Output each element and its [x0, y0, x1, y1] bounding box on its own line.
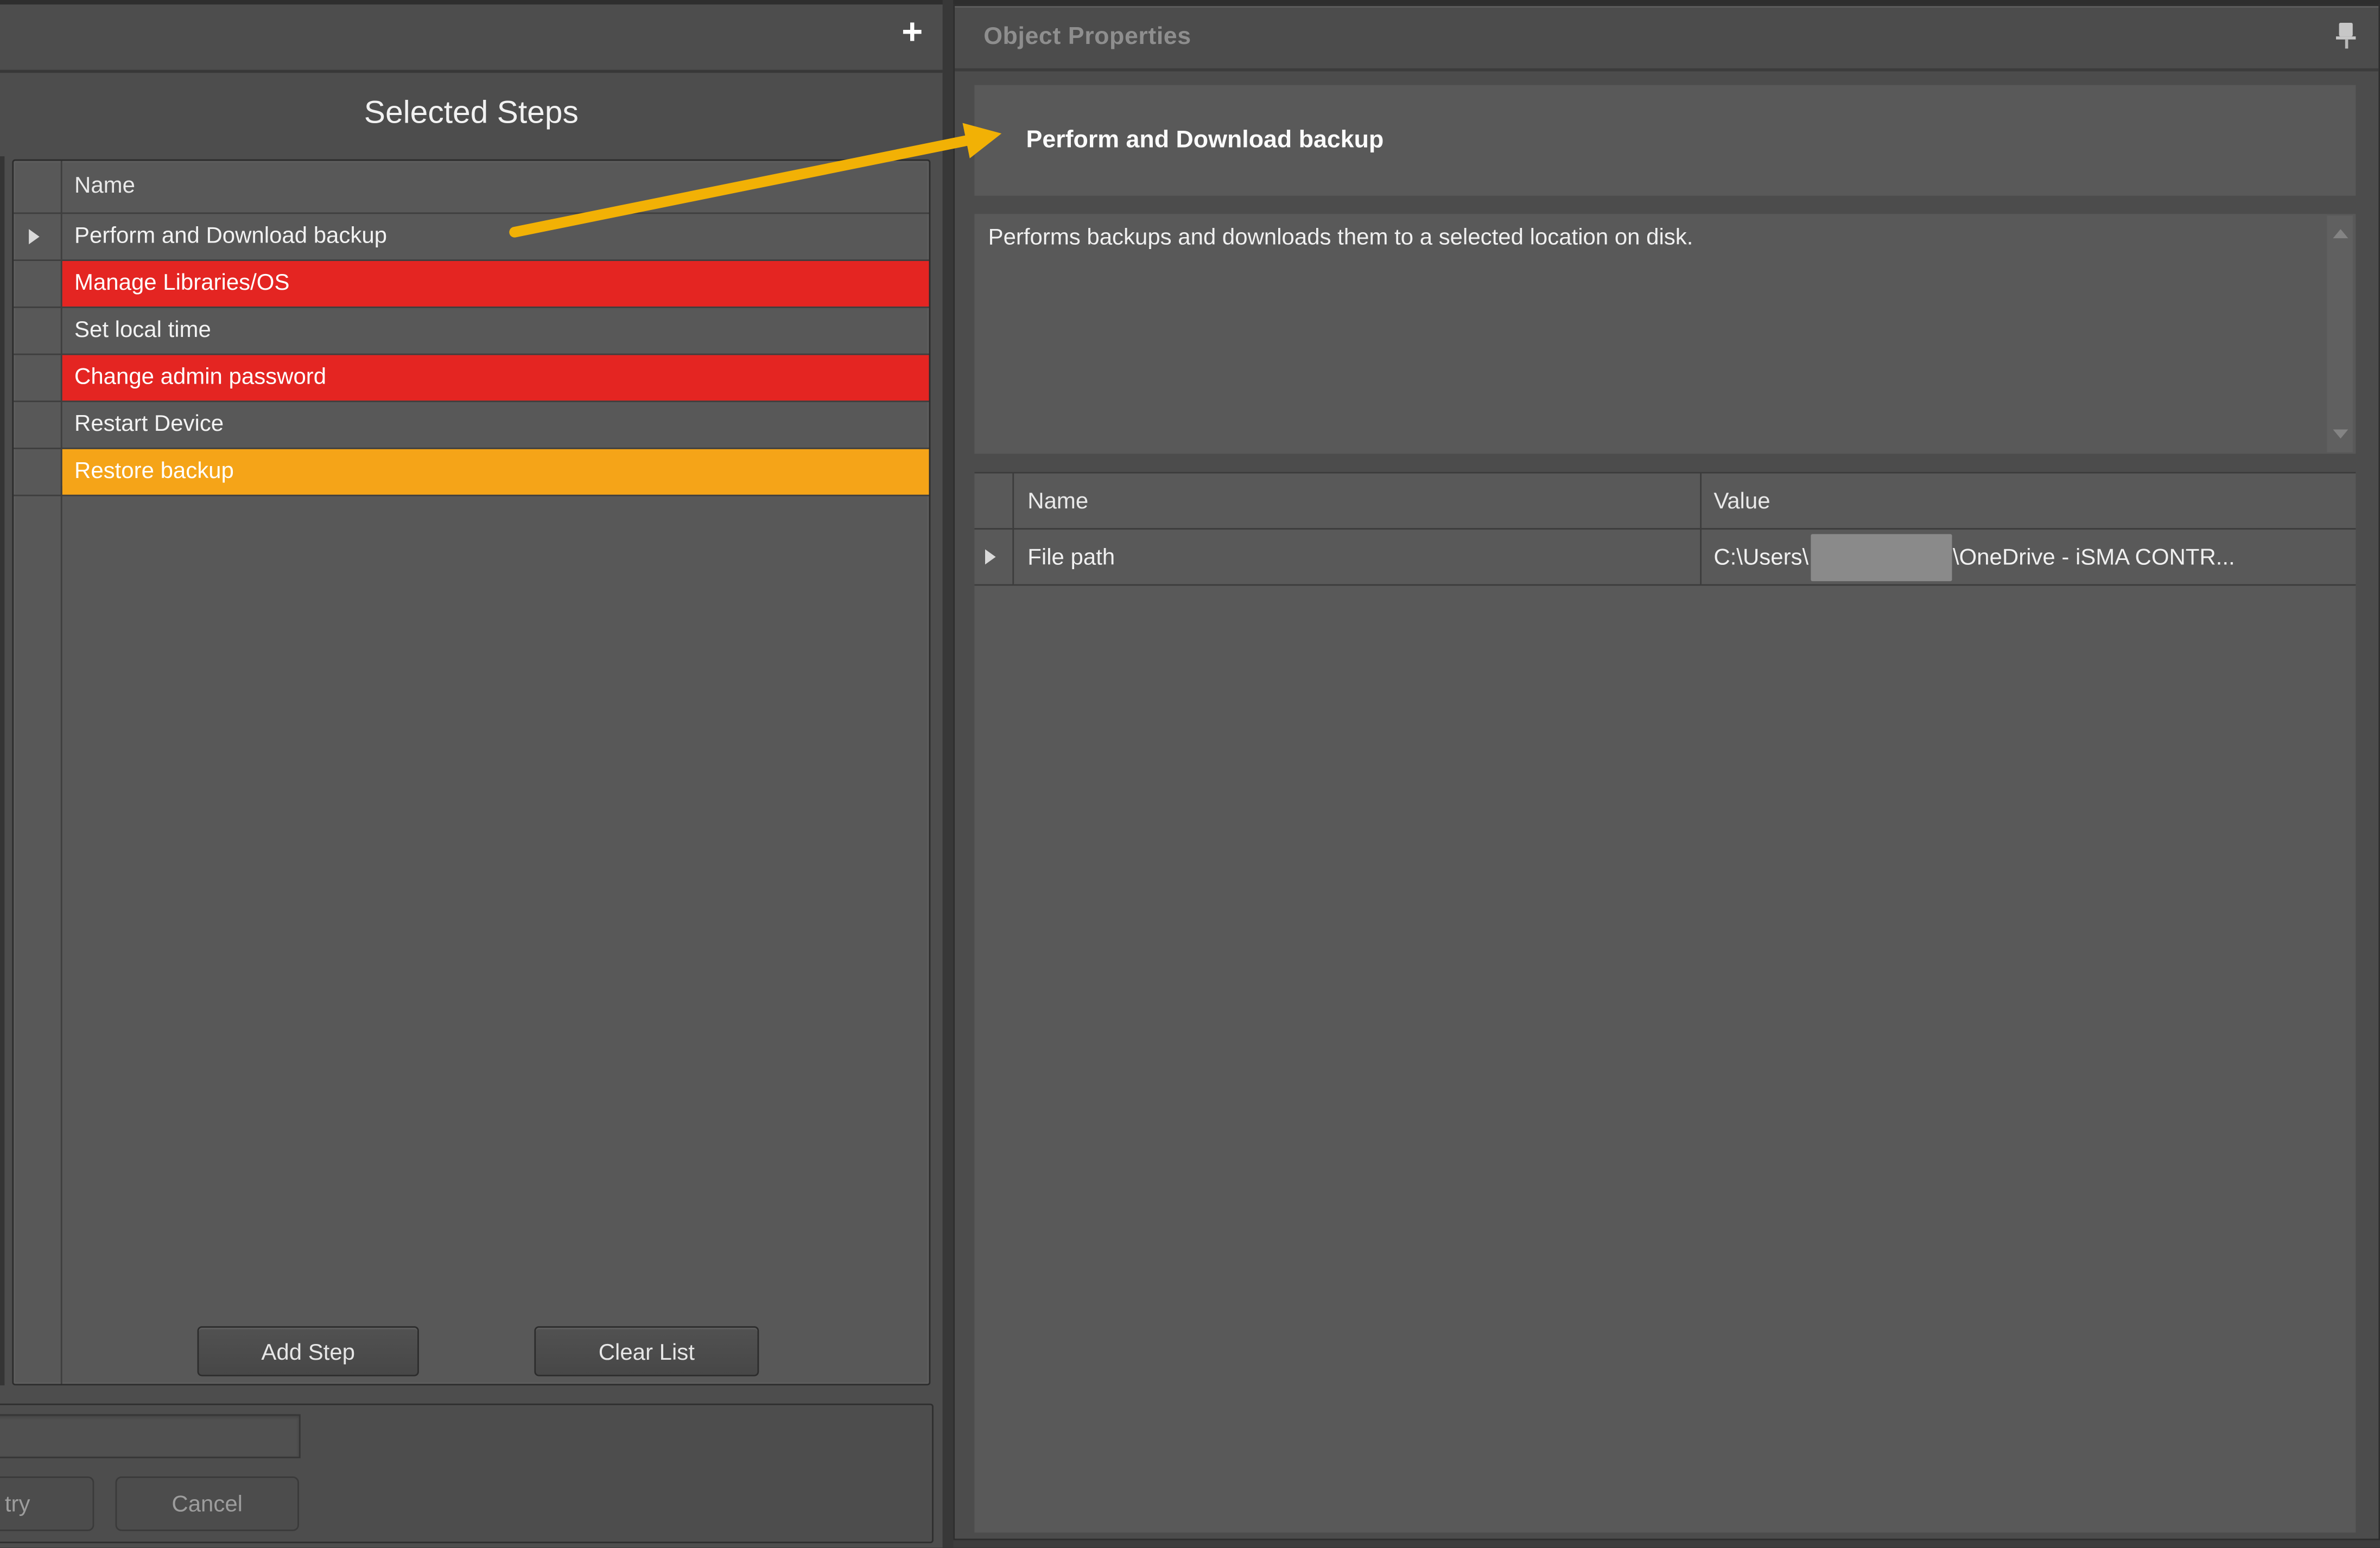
- plus-icon: +: [902, 12, 923, 53]
- step-row-label: Restore backup: [62, 449, 929, 495]
- add-step-button[interactable]: Add Step: [198, 1326, 419, 1376]
- bottom-action-box: try Cancel: [0, 1404, 934, 1543]
- step-row-label: Change admin password: [62, 355, 929, 400]
- add-tab-button[interactable]: +: [892, 11, 932, 56]
- scroll-up-icon[interactable]: [2333, 229, 2348, 238]
- row-gutter: [14, 261, 62, 307]
- selected-row-marker-icon: [985, 549, 996, 564]
- selected-steps-title: Selected Steps: [12, 90, 930, 138]
- value-prefix: C:\Users\: [1713, 544, 1808, 570]
- column-header-name[interactable]: Name: [62, 161, 929, 212]
- scroll-down-icon[interactable]: [2333, 429, 2348, 438]
- step-row-restore-backup[interactable]: Restore backup: [14, 449, 929, 496]
- step-row-label: Set local time: [62, 308, 929, 354]
- row-gutter: [974, 530, 1014, 584]
- object-description-box: Performs backups and downloads them to a…: [974, 214, 2356, 454]
- tab-bar: +: [0, 4, 943, 73]
- selected-row-marker-icon: [29, 229, 40, 244]
- text-input[interactable]: [0, 1414, 301, 1458]
- left-edge-strip: [0, 156, 4, 1385]
- retry-button[interactable]: try: [0, 1476, 94, 1531]
- properties-table-header: Name Value: [974, 472, 2356, 530]
- row-gutter: [974, 474, 1014, 528]
- cancel-button[interactable]: Cancel: [116, 1476, 299, 1531]
- step-row-manage-libraries-os[interactable]: Manage Libraries/OS: [14, 261, 929, 308]
- object-properties-panel: Object Properties Perform and Download b…: [953, 4, 2380, 1540]
- object-title-box: Perform and Download backup: [974, 85, 2356, 196]
- row-gutter: [14, 355, 62, 400]
- step-row-change-admin-password[interactable]: Change admin password: [14, 355, 929, 402]
- object-description: Performs backups and downloads them to a…: [988, 223, 2316, 253]
- properties-table: Name Value File path C:\Users\ \OneDrive …: [974, 472, 2356, 1533]
- row-gutter: [14, 308, 62, 354]
- row-gutter: [14, 214, 62, 259]
- step-row-perform-and-download-backup[interactable]: Perform and Download backup: [14, 214, 929, 261]
- row-gutter: [14, 161, 62, 212]
- step-row-label: Restart Device: [62, 402, 929, 448]
- property-value[interactable]: C:\Users\ \OneDrive - iSMA CONTR...: [1702, 530, 2356, 584]
- column-header-value[interactable]: Value: [1702, 474, 2356, 528]
- object-properties-title: Object Properties: [983, 6, 1191, 68]
- clear-list-button[interactable]: Clear List: [534, 1326, 759, 1376]
- selected-steps-panel: + Selected Steps Name Perform and Downlo…: [0, 4, 943, 1547]
- step-row-set-local-time[interactable]: Set local time: [14, 308, 929, 355]
- top-strip: [0, 0, 2380, 4]
- value-suffix: \OneDrive - iSMA CONTR...: [1953, 544, 2235, 570]
- pin-icon[interactable]: [2336, 23, 2357, 50]
- property-row-file-path[interactable]: File path C:\Users\ \OneDrive - iSMA CONT…: [974, 530, 2356, 585]
- step-row-label: Perform and Download backup: [62, 214, 929, 259]
- steps-table-header: Name: [14, 161, 929, 214]
- description-scrollbar[interactable]: [2327, 215, 2353, 452]
- row-gutter: [14, 449, 62, 495]
- step-row-restart-device[interactable]: Restart Device: [14, 402, 929, 449]
- row-gutter: [14, 402, 62, 448]
- panel-divider[interactable]: [943, 0, 954, 1548]
- object-title: Perform and Download backup: [1026, 85, 1384, 196]
- property-name: File path: [1014, 530, 1702, 584]
- steps-table: Name Perform and Download backup Manage …: [12, 160, 930, 1386]
- gutter-divider: [61, 486, 62, 1384]
- redacted-value: [1810, 533, 1951, 581]
- step-row-label: Manage Libraries/OS: [62, 261, 929, 307]
- column-header-name[interactable]: Name: [1014, 474, 1702, 528]
- object-properties-header: Object Properties: [955, 6, 2378, 71]
- app-window: + Selected Steps Name Perform and Downlo…: [0, 0, 2380, 1548]
